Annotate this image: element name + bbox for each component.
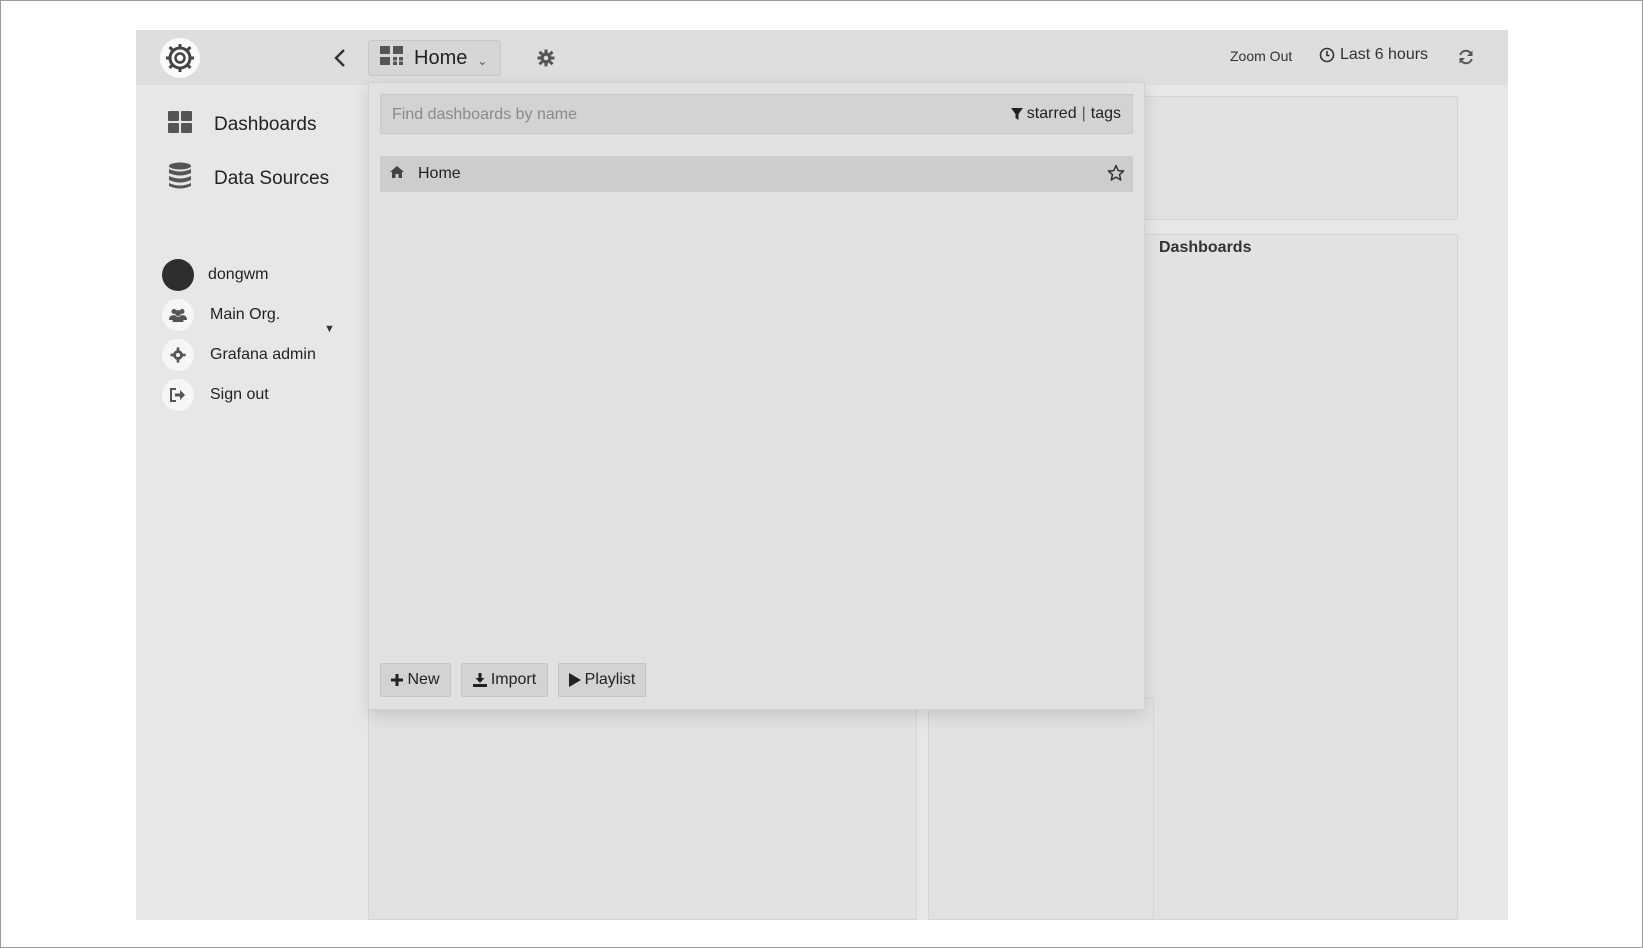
filter-starred-link[interactable]: starred <box>1027 105 1077 123</box>
dashboard-settings-button[interactable] <box>534 46 558 70</box>
gear-icon <box>162 339 194 371</box>
panel-bottom-left <box>368 698 917 920</box>
search-result-item[interactable]: Home <box>380 156 1133 192</box>
play-icon <box>568 673 581 687</box>
grafana-logo-icon[interactable] <box>160 38 200 78</box>
import-button-label: Import <box>490 671 537 688</box>
home-icon <box>390 165 404 183</box>
filter-icon <box>1010 108 1023 120</box>
playlist-button[interactable]: Playlist <box>558 663 646 697</box>
filter-separator: | <box>1081 105 1086 122</box>
zoom-out-button[interactable]: Zoom Out <box>1230 48 1292 64</box>
gear-icon <box>537 49 555 67</box>
users-group-icon <box>162 299 194 331</box>
sidebar-sign-out[interactable]: Sign out <box>162 379 269 411</box>
sidebar-item-label: Data Sources <box>214 167 330 189</box>
dashboards-grid-icon <box>380 45 404 71</box>
search-result-title: Home <box>418 165 461 182</box>
import-dashboard-button[interactable]: Import <box>461 663 548 697</box>
dashboard-title: Home <box>414 46 468 69</box>
side-menu: Dashboards Data Sources dongwm Main Org.… <box>136 85 368 920</box>
panel-bottom-right <box>928 698 1154 920</box>
dashboard-search-dropdown: starred | tags Home New <box>368 82 1145 710</box>
new-dashboard-button[interactable]: New <box>380 663 451 697</box>
sidebar-org-switcher[interactable]: Main Org. <box>162 299 280 331</box>
star-icon[interactable] <box>1107 164 1125 187</box>
sidebar-item-label: Dashboards <box>214 113 317 135</box>
sign-out-icon <box>162 379 194 411</box>
sidebar-item-dashboards[interactable]: Dashboards <box>168 111 316 138</box>
sidebar-collapse-button[interactable] <box>328 44 352 72</box>
sign-out-label: Sign out <box>210 386 269 403</box>
panel-dashboards-list <box>1139 234 1458 920</box>
refresh-icon <box>1459 49 1473 65</box>
playlist-button-label: Playlist <box>584 671 636 688</box>
filter-tags-link[interactable]: tags <box>1091 105 1121 123</box>
refresh-button[interactable] <box>1454 45 1478 69</box>
plus-icon <box>391 674 404 686</box>
database-icon <box>168 162 192 195</box>
dashboard-picker-button[interactable]: Home ⌄ <box>368 40 501 76</box>
sidebar-user-profile[interactable]: dongwm <box>162 259 268 291</box>
panel-title-dashboards: Dashboards <box>1159 239 1252 256</box>
grafana-admin-label: Grafana admin <box>210 346 316 363</box>
org-label: Main Org. <box>210 306 281 323</box>
search-filters: starred | tags <box>1010 105 1121 123</box>
search-box: starred | tags <box>380 94 1133 135</box>
new-button-label: New <box>407 671 440 688</box>
grafana-app: Dashboards Home ⌄ Zoom Out Last 6 hours … <box>136 30 1508 920</box>
dashboards-grid-icon <box>168 111 192 138</box>
time-range-label: Last 6 hours <box>1340 46 1429 63</box>
avatar <box>162 259 194 291</box>
caret-down-icon[interactable]: ▼ <box>324 323 335 335</box>
time-range-picker[interactable]: Last 6 hours <box>1319 46 1428 64</box>
panel-top-right <box>1139 96 1458 220</box>
chevron-left-icon <box>334 49 345 67</box>
caret-down-icon: ⌄ <box>477 54 488 68</box>
username-label: dongwm <box>208 266 269 283</box>
top-navbar: Home ⌄ Zoom Out Last 6 hours <box>136 30 1508 85</box>
sidebar-grafana-admin[interactable]: Grafana admin <box>162 339 316 371</box>
download-icon <box>472 673 487 687</box>
sidebar-item-data-sources[interactable]: Data Sources <box>168 162 329 195</box>
clock-icon <box>1319 47 1335 63</box>
search-input[interactable] <box>390 95 954 135</box>
